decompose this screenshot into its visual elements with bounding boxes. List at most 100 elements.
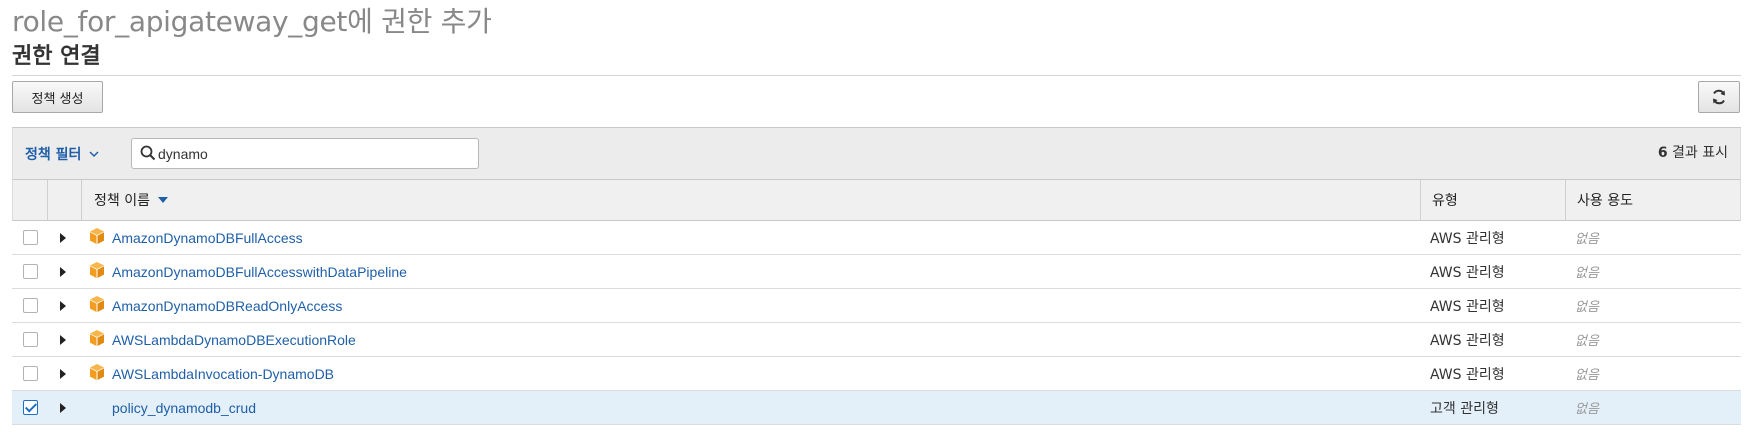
select-cell — [12, 323, 46, 356]
policy-usage-cell: 없음 — [1564, 255, 1739, 288]
policy-name-cell: AmazonDynamoDBReadOnlyAccess — [80, 289, 1419, 322]
expand-arrow-icon[interactable] — [60, 232, 66, 243]
policy-type-cell: AWS 관리형 — [1419, 221, 1564, 254]
result-count: 6 결과 표시 — [1658, 142, 1728, 162]
policy-type-text: AWS 관리형 — [1430, 366, 1505, 383]
policy-type-cell: AWS 관리형 — [1419, 255, 1564, 288]
select-cell — [12, 289, 46, 322]
policy-filter-dropdown[interactable]: 정책 필터 — [25, 144, 99, 164]
section-title: 권한 연결 — [12, 44, 101, 69]
row-checkbox[interactable] — [23, 366, 38, 381]
policy-usage-text: 없음 — [1575, 300, 1599, 315]
policy-type-text: AWS 관리형 — [1430, 332, 1505, 349]
type-header-label: 유형 — [1432, 193, 1458, 209]
aws-managed-policy-icon — [90, 227, 104, 244]
row-checkbox[interactable] — [23, 298, 38, 313]
expand-arrow-icon[interactable] — [60, 368, 66, 379]
expand-arrow-icon[interactable] — [60, 402, 66, 413]
policy-name-cell: AmazonDynamoDBFullAccess — [80, 221, 1419, 254]
row-checkbox[interactable] — [23, 400, 38, 415]
table-row[interactable]: AmazonDynamoDBFullAccesswithDataPipeline… — [12, 255, 1741, 289]
aws-managed-policy-icon — [90, 363, 104, 380]
policy-type-text: AWS 관리형 — [1430, 298, 1505, 315]
policy-name-link[interactable]: AmazonDynamoDBFullAccesswithDataPipeline — [112, 264, 407, 280]
table-row[interactable]: policy_dynamodb_crud 고객 관리형 없음 — [12, 391, 1741, 425]
policy-type-cell: AWS 관리형 — [1419, 357, 1564, 390]
page-title: role_for_apigateway_get에 권한 추가 — [12, 5, 492, 38]
attach-permissions-page: role_for_apigateway_get에 권한 추가 권한 연결 정책 … — [0, 0, 1753, 439]
row-checkbox[interactable] — [23, 230, 38, 245]
row-checkbox[interactable] — [23, 264, 38, 279]
column-header-usage[interactable]: 사용 용도 — [1565, 180, 1740, 220]
header-expand-cell — [47, 180, 81, 220]
table-row[interactable]: AmazonDynamoDBFullAccess AWS 관리형 없음 — [12, 221, 1741, 255]
create-policy-button[interactable]: 정책 생성 — [12, 81, 103, 113]
policy-usage-text: 없음 — [1575, 368, 1599, 383]
expand-cell — [46, 391, 80, 424]
search-input[interactable] — [158, 142, 473, 165]
policy-name-link[interactable]: policy_dynamodb_crud — [112, 400, 256, 416]
search-box — [131, 138, 479, 169]
refresh-button[interactable] — [1698, 81, 1740, 113]
filter-bar: 정책 필터 6 결과 표시 — [12, 128, 1741, 180]
policy-usage-text: 없음 — [1575, 334, 1599, 349]
expand-cell — [46, 289, 80, 322]
aws-managed-policy-icon — [90, 295, 104, 312]
policy-usage-text: 없음 — [1575, 402, 1599, 417]
policy-name-link[interactable]: AmazonDynamoDBFullAccess — [112, 230, 303, 246]
policy-name-cell: AWSLambdaInvocation-DynamoDB — [80, 357, 1419, 390]
policy-name-header-label: 정책 이름 — [94, 193, 150, 209]
select-cell — [12, 391, 46, 424]
policy-table: 정책 필터 6 결과 표시 정책 이름 유형 — [12, 127, 1741, 425]
policy-usage-cell: 없음 — [1564, 323, 1739, 356]
policy-type-cell: AWS 관리형 — [1419, 289, 1564, 322]
sort-descending-icon — [157, 197, 168, 203]
divider — [12, 75, 1741, 76]
refresh-icon — [1713, 89, 1725, 105]
expand-arrow-icon[interactable] — [60, 266, 66, 277]
expand-cell — [46, 323, 80, 356]
row-checkbox[interactable] — [23, 332, 38, 347]
aws-managed-policy-icon — [90, 261, 104, 278]
policy-name-link[interactable]: AmazonDynamoDBReadOnlyAccess — [112, 298, 342, 314]
result-count-number: 6 — [1657, 145, 1668, 161]
table-row[interactable]: AWSLambdaDynamoDBExecutionRole AWS 관리형 없… — [12, 323, 1741, 357]
policy-usage-text: 없음 — [1575, 232, 1599, 247]
table-row[interactable]: AmazonDynamoDBReadOnlyAccess AWS 관리형 없음 — [12, 289, 1741, 323]
policy-usage-text: 없음 — [1575, 266, 1599, 281]
table-header-row: 정책 이름 유형 사용 용도 — [12, 180, 1741, 221]
table-body: AmazonDynamoDBFullAccess AWS 관리형 없음 Amaz… — [12, 221, 1741, 425]
policy-usage-cell: 없음 — [1564, 289, 1739, 322]
header-select-cell — [13, 180, 47, 220]
policy-type-text: 고객 관리형 — [1430, 400, 1499, 417]
policy-usage-cell: 없음 — [1564, 357, 1739, 390]
select-cell — [12, 221, 46, 254]
policy-name-cell: policy_dynamodb_crud — [80, 391, 1419, 424]
expand-arrow-icon[interactable] — [60, 300, 66, 311]
expand-arrow-icon[interactable] — [60, 334, 66, 345]
search-icon — [140, 145, 156, 161]
expand-cell — [46, 357, 80, 390]
column-header-policy-name[interactable]: 정책 이름 — [81, 180, 1420, 220]
policy-type-text: AWS 관리형 — [1430, 230, 1505, 247]
result-count-suffix: 결과 표시 — [1667, 145, 1728, 161]
policy-type-cell: AWS 관리형 — [1419, 323, 1564, 356]
aws-managed-policy-icon — [90, 329, 104, 346]
policy-usage-cell: 없음 — [1564, 391, 1739, 424]
policy-name-link[interactable]: AWSLambdaDynamoDBExecutionRole — [112, 332, 356, 348]
policy-usage-cell: 없음 — [1564, 221, 1739, 254]
policy-filter-label: 정책 필터 — [25, 147, 82, 163]
usage-header-label: 사용 용도 — [1577, 193, 1633, 209]
expand-cell — [46, 221, 80, 254]
policy-name-cell: AWSLambdaDynamoDBExecutionRole — [80, 323, 1419, 356]
policy-type-text: AWS 관리형 — [1430, 264, 1505, 281]
table-row[interactable]: AWSLambdaInvocation-DynamoDB AWS 관리형 없음 — [12, 357, 1741, 391]
select-cell — [12, 255, 46, 288]
expand-cell — [46, 255, 80, 288]
policy-name-link[interactable]: AWSLambdaInvocation-DynamoDB — [112, 366, 334, 382]
chevron-down-icon — [89, 150, 99, 157]
select-cell — [12, 357, 46, 390]
policy-name-cell: AmazonDynamoDBFullAccesswithDataPipeline — [80, 255, 1419, 288]
column-header-type[interactable]: 유형 — [1420, 180, 1565, 220]
policy-type-cell: 고객 관리형 — [1419, 391, 1564, 424]
